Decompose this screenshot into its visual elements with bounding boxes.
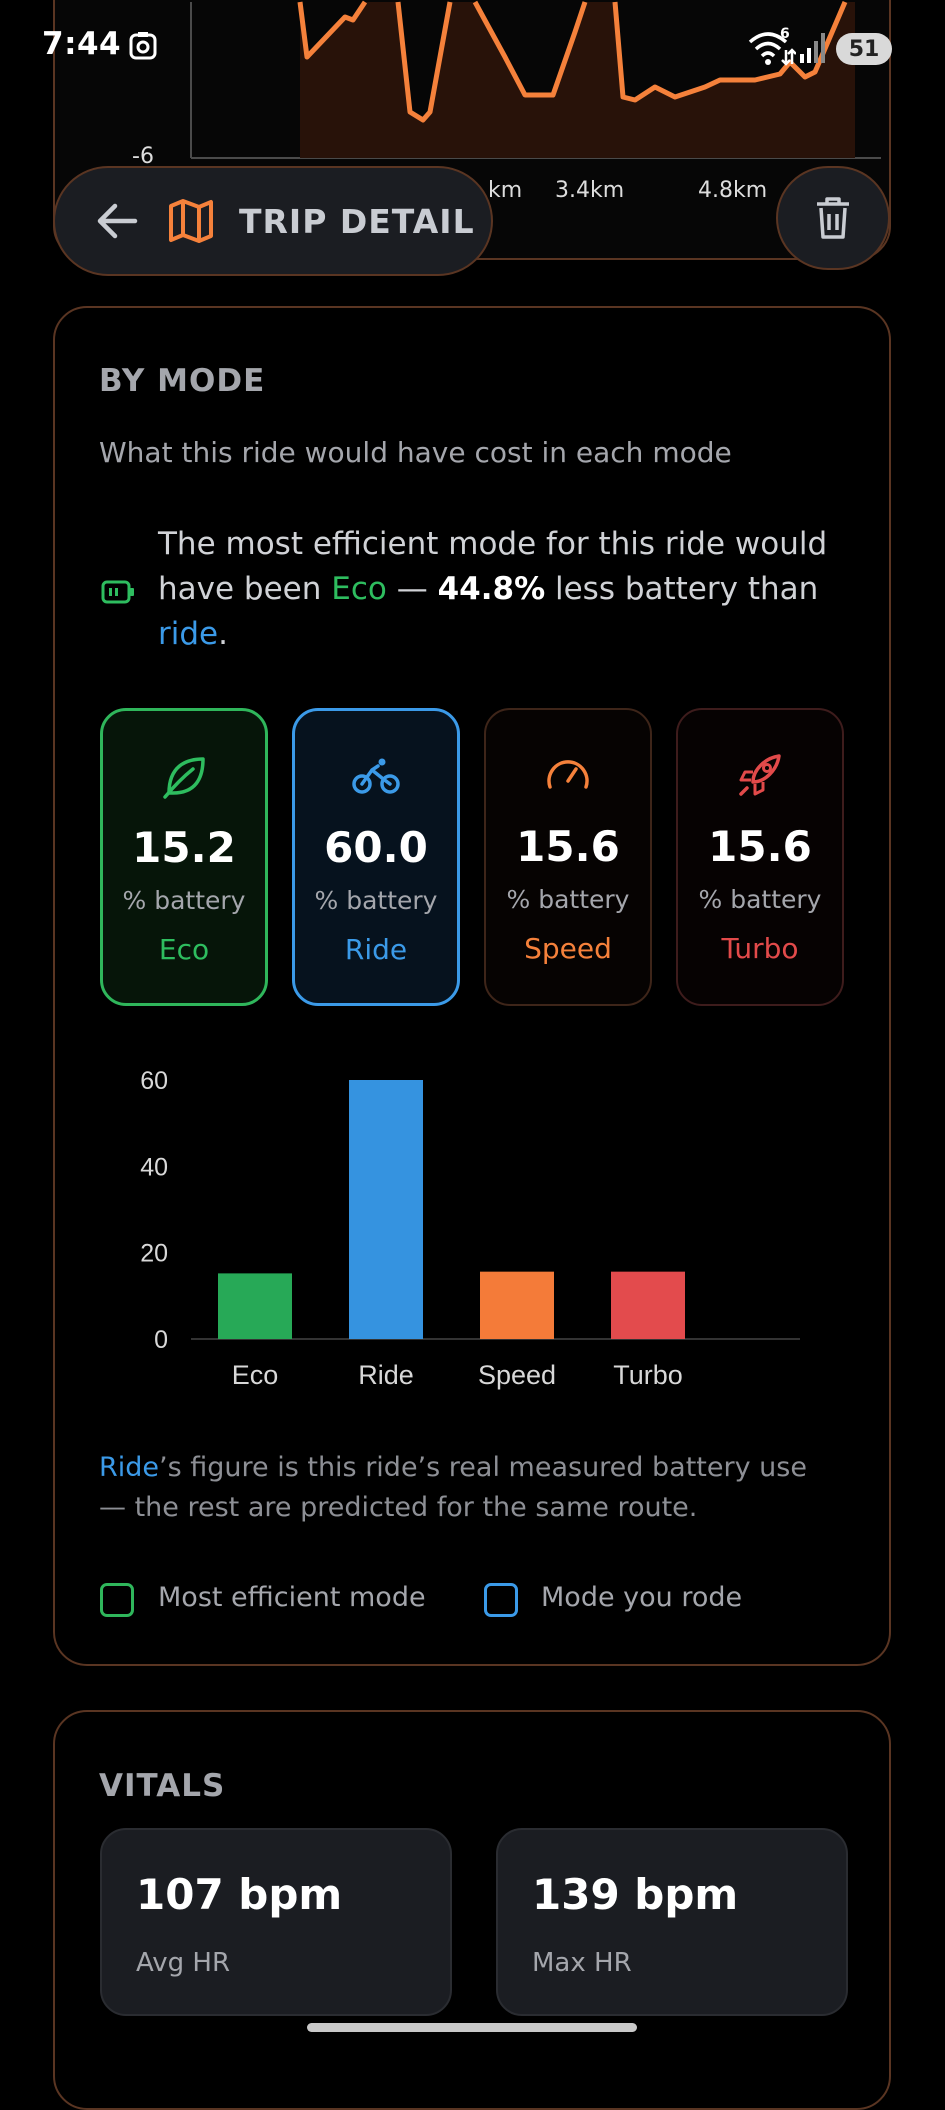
y-tick-label: 0	[154, 1326, 168, 1354]
vitals-card: VITALS 107 bpm Avg HR 139 bpm Max HR	[53, 1710, 891, 2110]
elevation-x-tick: km	[488, 178, 523, 203]
measurement-note: Ride’s figure is this ride’s real measur…	[99, 1452, 807, 1523]
max-hr-value: 139 bpm	[532, 1870, 739, 1919]
wifi-badge: 6	[780, 26, 790, 42]
battery-indicator: 51	[836, 33, 892, 65]
max-hr-tile: 139 bpm Max HR	[496, 1828, 848, 2016]
elevation-x-tick: 3.4km	[555, 178, 625, 203]
trash-icon	[817, 197, 849, 239]
by-mode-card: BY MODE What this ride would have cost i…	[53, 306, 891, 1666]
section-title: VITALS	[99, 1768, 226, 1804]
bar-turbo	[611, 1271, 685, 1339]
note-mode: Ride	[99, 1452, 160, 1483]
legend-swatch-efficient	[100, 1583, 134, 1617]
x-tick-label: Turbo	[613, 1360, 683, 1390]
delete-trip-button[interactable]	[776, 166, 890, 270]
header-bar: TRIP DETAIL	[53, 166, 493, 276]
map-icon	[161, 191, 221, 251]
x-tick-label: Ride	[358, 1360, 414, 1390]
elevation-x-tick: 4.8km	[698, 178, 768, 203]
x-tick-label: Eco	[232, 1360, 279, 1390]
max-hr-label: Max HR	[532, 1948, 632, 1978]
screenshot-icon	[129, 32, 157, 60]
y-tick-label: 60	[140, 1067, 168, 1095]
arrow-left-icon	[97, 203, 138, 239]
home-indicator[interactable]	[307, 2023, 637, 2032]
y-tick-label: 40	[140, 1153, 168, 1181]
legend-label-rode: Mode you rode	[541, 1582, 743, 1613]
bar-ride	[349, 1080, 423, 1339]
back-button[interactable]	[77, 181, 157, 261]
cellular-signal-icon	[800, 33, 825, 63]
x-tick-label: Speed	[478, 1360, 556, 1390]
page-title: TRIP DETAIL	[239, 201, 475, 241]
status-time: 7:44	[42, 26, 122, 62]
avg-hr-tile: 107 bpm Avg HR	[100, 1828, 452, 2016]
legend-label-efficient: Most efficient mode	[158, 1582, 426, 1613]
avg-hr-value: 107 bpm	[136, 1870, 343, 1919]
avg-hr-label: Avg HR	[136, 1948, 231, 1978]
bar-speed	[480, 1271, 554, 1339]
bar-eco	[218, 1273, 292, 1339]
y-tick-label: 20	[140, 1240, 168, 1268]
legend-swatch-rode	[484, 1583, 518, 1617]
